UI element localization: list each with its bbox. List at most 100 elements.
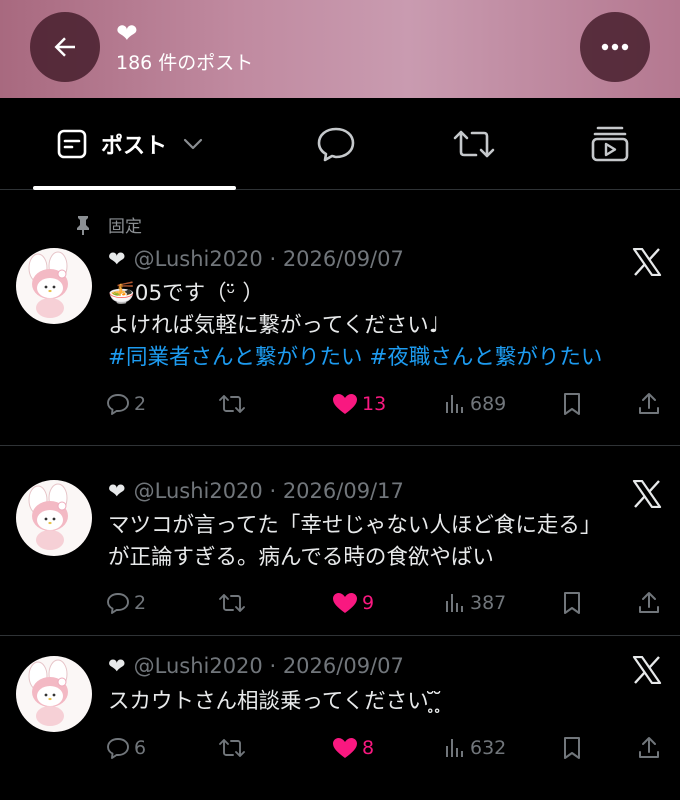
- speech-bubble-icon: [317, 127, 355, 162]
- x-logo-icon: [632, 656, 662, 684]
- heart-filled-icon: [333, 593, 357, 613]
- repost-icon: [219, 594, 245, 612]
- repost-icon: [219, 739, 245, 757]
- chevron-down-icon[interactable]: [183, 138, 203, 150]
- bookmark-icon: [564, 737, 580, 759]
- melody-avatar-image: [28, 483, 68, 550]
- author-name[interactable]: ❤: [108, 654, 126, 678]
- reply-icon: [107, 394, 129, 415]
- tweet[interactable]: ❤ @Lushi2020 · 2026/09/07 スカウトさん相談乗ってください…: [0, 636, 680, 800]
- reply-icon: [107, 593, 129, 614]
- x-logo-icon: [632, 248, 662, 276]
- tweet-actions: 6 8 632: [0, 733, 680, 763]
- view-count: 632: [470, 737, 507, 759]
- x-logo-icon: [632, 480, 662, 508]
- tweet-line: が正論すぎる。病んでる時の食欲やばい: [108, 545, 494, 570]
- arrow-left-icon: [54, 37, 75, 57]
- bookmark-button[interactable]: [562, 389, 582, 419]
- tweet[interactable]: ❤ @Lushi2020 · 2026/09/07 🍜05です（ᵕ̈ ） よければ…: [0, 240, 680, 446]
- author-handle[interactable]: @Lushi2020: [134, 247, 263, 271]
- profile-name: ❤: [116, 19, 138, 49]
- avatar[interactable]: [16, 480, 92, 556]
- author-handle[interactable]: @Lushi2020: [134, 654, 263, 678]
- reply-count: 6: [134, 737, 147, 759]
- heart-filled-icon: [333, 738, 357, 758]
- bookmark-button[interactable]: [562, 733, 582, 763]
- more-dots-icon: [601, 43, 629, 51]
- tweet-date[interactable]: 2026/09/07: [283, 247, 404, 271]
- analytics-icon: [446, 594, 463, 612]
- tweet-line: 🍜05です（ᵕ̈ ）: [108, 281, 264, 306]
- analytics-icon: [446, 739, 463, 757]
- reply-count: 2: [134, 592, 147, 614]
- tweet-date[interactable]: 2026/09/17: [283, 479, 404, 503]
- avatar[interactable]: [16, 656, 92, 732]
- tweet-hashtags[interactable]: #同業者さんと繋がりたい #夜職さんと繋がりたい: [108, 342, 602, 374]
- tweet-actions: 2 9 387: [0, 588, 680, 618]
- share-icon: [639, 592, 659, 613]
- tweet-actions: 2 13 689: [0, 389, 680, 419]
- tweet-meta: ❤ @Lushi2020 · 2026/09/07: [108, 654, 404, 678]
- tab-reposts[interactable]: [452, 98, 496, 190]
- author-handle[interactable]: @Lushi2020: [134, 479, 263, 503]
- profile-header: ❤ 186 件のポスト: [0, 0, 680, 98]
- tweet-meta: ❤ @Lushi2020 · 2026/09/17: [108, 479, 404, 503]
- tab-posts-label: ポスト: [101, 134, 168, 159]
- pinned-indicator: 固定: [72, 212, 142, 237]
- repost-button[interactable]: [218, 733, 246, 763]
- tab-posts[interactable]: ポスト: [57, 98, 203, 190]
- views-button[interactable]: 632: [444, 733, 506, 763]
- like-count: 13: [362, 393, 387, 415]
- reply-button[interactable]: 2: [106, 389, 146, 419]
- melody-avatar-image: [28, 659, 68, 726]
- bookmark-button[interactable]: [562, 588, 582, 618]
- share-icon: [639, 393, 659, 414]
- repost-icon: [219, 395, 245, 413]
- post-count: 186 件のポスト: [116, 52, 254, 74]
- analytics-icon: [446, 395, 463, 413]
- tweet-line: マツコが言ってた「幸せじゃない人ほど食に走る」: [108, 513, 602, 538]
- reply-button[interactable]: 6: [106, 733, 146, 763]
- tweet-text: 🍜05です（ᵕ̈ ） よければ気軽に繋がってください♩ #同業者さんと繋がりたい…: [108, 278, 602, 374]
- melody-avatar-image: [28, 251, 68, 318]
- repost-button[interactable]: [218, 389, 246, 419]
- avatar[interactable]: [16, 248, 92, 324]
- pinned-label: 固定: [108, 217, 142, 237]
- like-button[interactable]: 13: [332, 389, 386, 419]
- tab-replies[interactable]: [316, 98, 356, 190]
- tweet-meta: ❤ @Lushi2020 · 2026/09/07: [108, 247, 404, 271]
- tweet-text: マツコが言ってた「幸せじゃない人ほど食に走る」 が正論すぎる。病んでる時の食欲や…: [108, 510, 601, 574]
- share-button[interactable]: [638, 588, 660, 618]
- reply-icon: [107, 738, 129, 759]
- tweet[interactable]: ❤ @Lushi2020 · 2026/09/17 マツコが言ってた「幸せじゃない…: [0, 446, 680, 636]
- profile-tabs: ポスト: [0, 98, 680, 190]
- like-button[interactable]: 9: [332, 588, 374, 618]
- media-icon: [591, 126, 629, 162]
- tweet-line: スカウトさん相談乗ってください ̥̆ ̥̆: [108, 689, 443, 714]
- share-icon: [639, 737, 659, 758]
- repost-button[interactable]: [218, 588, 246, 618]
- share-button[interactable]: [638, 389, 660, 419]
- back-button[interactable]: [30, 12, 100, 82]
- reply-count: 2: [134, 393, 147, 415]
- bookmark-icon: [564, 592, 580, 614]
- like-button[interactable]: 8: [332, 733, 374, 763]
- like-count: 9: [362, 592, 375, 614]
- pin-icon: [77, 215, 89, 235]
- author-name[interactable]: ❤: [108, 247, 126, 271]
- tweet-date[interactable]: 2026/09/07: [283, 654, 404, 678]
- reply-button[interactable]: 2: [106, 588, 146, 618]
- more-button[interactable]: [580, 12, 650, 82]
- repost-icon: [453, 130, 495, 158]
- author-name[interactable]: ❤: [108, 479, 126, 503]
- views-button[interactable]: 689: [444, 389, 506, 419]
- share-button[interactable]: [638, 733, 660, 763]
- view-count: 387: [470, 592, 507, 614]
- tweet-line: よければ気軽に繋がってください♩: [108, 313, 439, 338]
- posts-icon: [57, 129, 87, 159]
- views-button[interactable]: 387: [444, 588, 506, 618]
- bookmark-icon: [564, 393, 580, 415]
- tab-media[interactable]: [590, 98, 630, 190]
- like-count: 8: [362, 737, 375, 759]
- view-count: 689: [470, 393, 507, 415]
